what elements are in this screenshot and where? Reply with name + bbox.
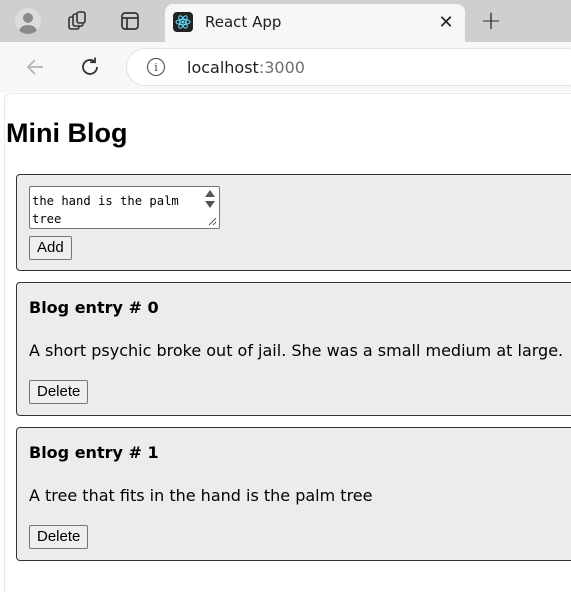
resize-grip-icon[interactable]	[207, 216, 217, 226]
tab-react-app[interactable]: React App ✕	[165, 4, 465, 42]
scroll-down-arrow-icon[interactable]	[205, 201, 215, 208]
address-bar[interactable]: i localhost:3000	[126, 48, 571, 86]
profile-avatar-icon	[15, 8, 41, 34]
blog-entry-card: Blog entry # 0 A short psychic broke out…	[16, 282, 571, 416]
close-icon[interactable]: ✕	[433, 9, 459, 35]
tab-title: React App	[205, 13, 282, 31]
reload-button[interactable]	[75, 52, 105, 82]
workspaces-icon	[68, 11, 86, 30]
browser-toolbar: i localhost:3000	[0, 42, 571, 92]
page-viewport: Mini Blog the hand is the palm tree Add …	[4, 93, 571, 592]
entry-title: Blog entry # 0	[29, 298, 159, 317]
blog-entry-card: Blog entry # 1 A tree that fits in the h…	[16, 427, 571, 561]
profile-button[interactable]	[12, 5, 44, 37]
post-textarea-container: the hand is the palm tree	[29, 186, 220, 229]
post-textarea[interactable]: the hand is the palm tree	[30, 187, 202, 228]
entry-title: Blog entry # 1	[29, 443, 159, 462]
scroll-up-arrow-icon[interactable]	[205, 190, 215, 197]
composer-card: the hand is the palm tree Add	[16, 174, 571, 271]
react-logo-icon	[173, 12, 193, 32]
page-title: Mini Blog	[6, 118, 128, 148]
info-icon[interactable]: i	[147, 58, 165, 76]
add-button[interactable]: Add	[29, 236, 72, 260]
delete-button[interactable]: Delete	[29, 380, 89, 404]
browser-tab-strip: React App ✕ +	[0, 0, 571, 42]
reload-icon	[82, 57, 98, 75]
entry-text: A tree that fits in the hand is the palm…	[29, 486, 373, 505]
back-arrow-icon	[26, 59, 43, 75]
workspaces-button[interactable]	[61, 5, 93, 37]
plus-icon[interactable]: +	[476, 6, 506, 36]
tab-actions-button[interactable]	[114, 5, 146, 37]
entry-text: A short psychic broke out of jail. She w…	[29, 341, 564, 360]
delete-button[interactable]: Delete	[29, 525, 89, 549]
tab-actions-icon	[121, 12, 139, 30]
url-text: localhost:3000	[187, 58, 305, 77]
back-button[interactable]	[20, 52, 50, 82]
